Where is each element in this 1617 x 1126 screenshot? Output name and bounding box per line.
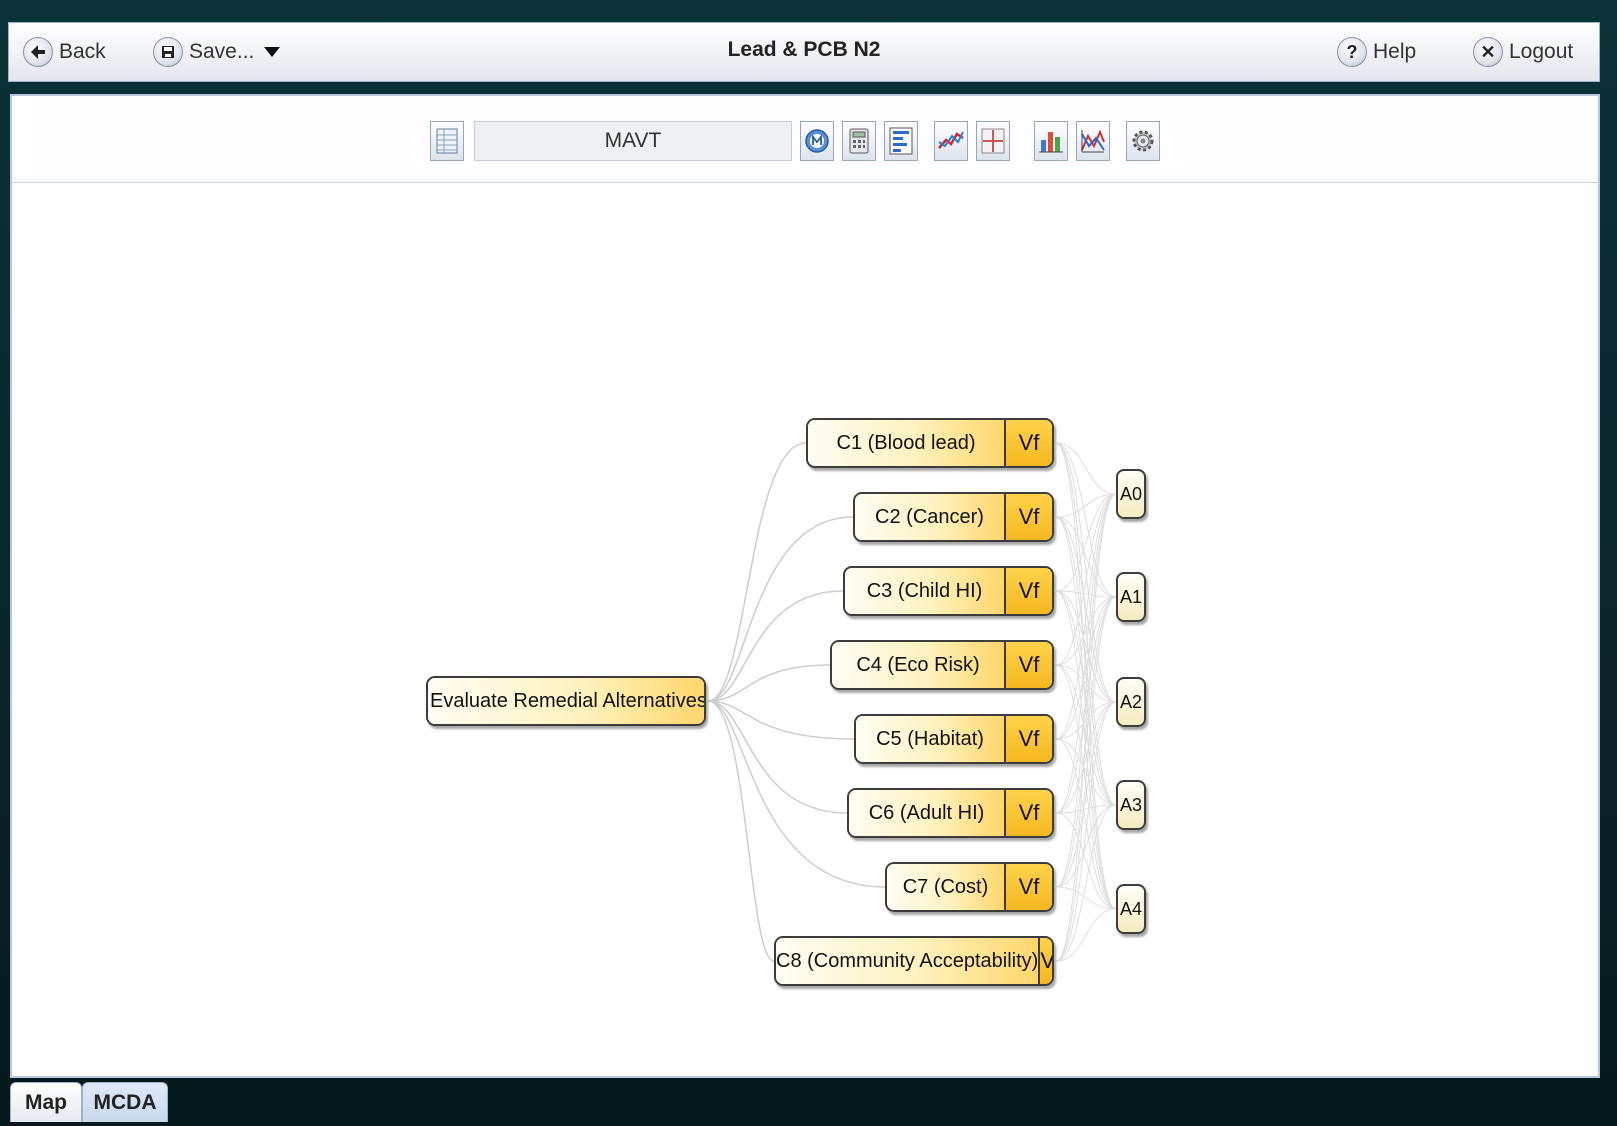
criterion-node-c3[interactable]: C3 (Child HI) Vf — [843, 566, 1054, 616]
close-x-icon: ✕ — [1473, 37, 1503, 67]
criterion-alternative-edge — [1055, 804, 1117, 888]
value-function-tag[interactable]: Vf — [1004, 642, 1052, 688]
value-function-tag[interactable]: Vf — [1004, 864, 1052, 910]
back-arrow-icon — [23, 37, 53, 67]
criterion-label: C5 (Habitat) — [856, 716, 1004, 762]
criterion-node-c1[interactable]: C1 (Blood lead) Vf — [806, 418, 1054, 468]
table-view-button[interactable] — [430, 121, 464, 161]
criterion-alternative-edge — [1055, 596, 1117, 888]
value-function-tag[interactable]: Vf — [1004, 716, 1052, 762]
mcda-panel: MAVT Evaluate Remedial Alternatives C1 (… — [10, 94, 1600, 1078]
goal-node-label: Evaluate Remedial Alternatives — [428, 678, 704, 724]
criterion-node-c6[interactable]: C6 (Adult HI) Vf — [847, 788, 1054, 838]
criterion-node-c8[interactable]: C8 (Community Acceptability) Vf — [774, 936, 1054, 986]
criterion-label: C1 (Blood lead) — [808, 420, 1004, 466]
value-function-tag[interactable]: Vf — [1004, 420, 1052, 466]
help-label: Help — [1373, 40, 1417, 63]
gear-icon — [1132, 130, 1154, 152]
criterion-alternative-edge — [1055, 908, 1117, 962]
criterion-label: C2 (Cancer) — [855, 494, 1004, 540]
method-selector[interactable]: MAVT — [474, 121, 792, 161]
line-chart-icon — [938, 131, 964, 149]
trade-off-chart-button[interactable] — [1076, 121, 1110, 161]
m-circle-icon — [805, 129, 829, 153]
criterion-label: C6 (Adult HI) — [849, 790, 1004, 836]
bottom-tab-bar: Map MCDA — [10, 1080, 1600, 1126]
decision-tree-canvas: Evaluate Remedial Alternatives Dw C1 (Bl… — [12, 182, 1598, 1076]
bar-chart-button[interactable] — [1034, 121, 1068, 161]
value-function-tag[interactable]: Vf — [1004, 494, 1052, 540]
method-info-button[interactable] — [800, 121, 834, 161]
alternative-node-a2[interactable]: A2 — [1116, 677, 1146, 727]
tab-mcda[interactable]: MCDA — [82, 1082, 168, 1122]
help-button[interactable]: ? Help — [1337, 33, 1416, 71]
value-function-tag[interactable]: Vf — [1004, 568, 1052, 614]
criterion-label: C7 (Cost) — [887, 864, 1004, 910]
chevron-down-icon — [264, 47, 280, 57]
criterion-node-c5[interactable]: C5 (Habitat) Vf — [854, 714, 1054, 764]
value-function-tag[interactable]: Vf — [1004, 790, 1052, 836]
goal-criterion-edge — [707, 700, 848, 814]
criterion-node-c4[interactable]: C4 (Eco Risk) Vf — [830, 640, 1054, 690]
goal-criterion-edge — [707, 700, 775, 962]
save-disk-icon — [153, 37, 183, 67]
logout-button[interactable]: ✕ Logout — [1473, 33, 1573, 71]
alternative-node-a1[interactable]: A1 — [1116, 572, 1146, 622]
criterion-label: C4 (Eco Risk) — [832, 642, 1004, 688]
alternative-node-a3[interactable]: A3 — [1116, 780, 1146, 830]
criterion-alternative-edge — [1055, 516, 1117, 806]
back-button[interactable]: Back — [23, 33, 106, 71]
goal-criterion-edge — [707, 442, 807, 702]
criterion-node-c7[interactable]: C7 (Cost) Vf — [885, 862, 1054, 912]
bar-chart-icon — [1039, 132, 1063, 153]
calculator-icon — [849, 128, 869, 154]
value-function-tag[interactable]: Vf — [1038, 938, 1052, 984]
calculator-button[interactable] — [842, 121, 876, 161]
mcda-toolbar: MAVT — [12, 96, 1598, 183]
criterion-alternative-edge — [1055, 442, 1117, 495]
criterion-node-c2[interactable]: C2 (Cancer) Vf — [853, 492, 1054, 542]
criterion-label: C3 (Child HI) — [845, 568, 1004, 614]
weights-report-button[interactable] — [884, 121, 918, 161]
report-icon — [889, 127, 913, 155]
save-dropdown-button[interactable] — [263, 33, 281, 71]
goal-node[interactable]: Evaluate Remedial Alternatives Dw — [426, 676, 706, 726]
criterion-alternative-edge — [1055, 516, 1117, 598]
save-button[interactable]: Save... — [153, 33, 254, 71]
alternative-node-a4[interactable]: A4 — [1116, 884, 1146, 934]
area-chart-icon — [1081, 129, 1105, 153]
criterion-alternative-edge — [1055, 442, 1117, 910]
goal-criterion-edge — [707, 590, 844, 702]
crosshair-plot-button[interactable] — [976, 121, 1010, 161]
table-icon — [436, 128, 458, 154]
settings-button[interactable] — [1126, 121, 1160, 161]
tab-map[interactable]: Map — [10, 1082, 82, 1122]
goal-criterion-edge — [707, 664, 831, 702]
logout-label: Logout — [1509, 40, 1574, 63]
save-label: Save... — [189, 40, 255, 63]
criterion-label: C8 (Community Acceptability) — [776, 938, 1039, 984]
title-bar: Lead & PCB N2 Back Save... ? Help ✕ Logo… — [8, 22, 1600, 82]
crosshair-chart-icon — [981, 128, 1005, 154]
help-question-icon: ? — [1337, 37, 1367, 67]
back-label: Back — [59, 40, 106, 63]
alternative-node-a0[interactable]: A0 — [1116, 469, 1146, 519]
sensitivity-plot-button[interactable] — [934, 121, 968, 161]
